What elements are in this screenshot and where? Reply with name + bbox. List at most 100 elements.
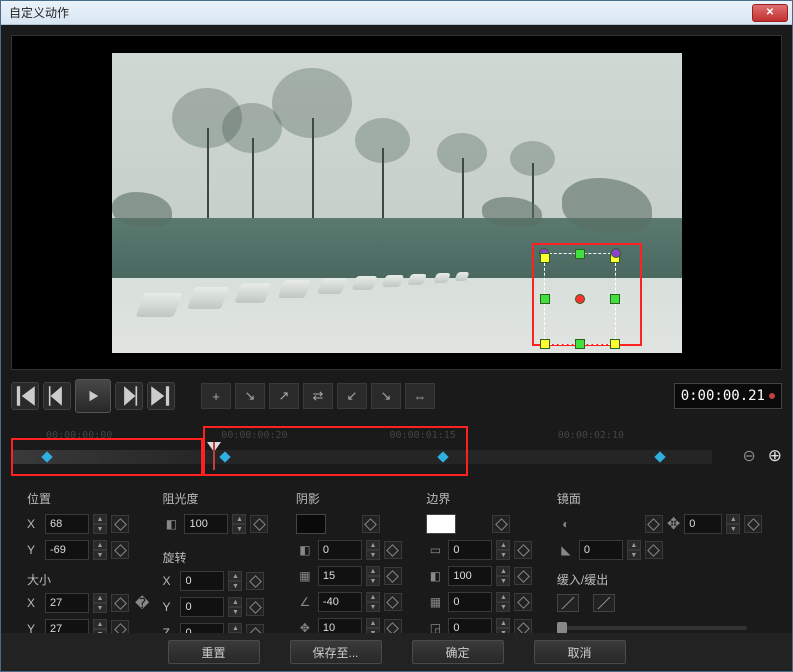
go-end-button[interactable] (147, 382, 175, 410)
keyframe-toggle[interactable] (250, 515, 268, 533)
position-y-spinner[interactable]: ▲▼ (93, 540, 107, 560)
position-y-input[interactable]: -69 (45, 540, 89, 560)
mirror-v1-input[interactable]: 0 (684, 514, 722, 534)
mirror-header: 镜面 (557, 490, 766, 507)
position-x-input[interactable]: 68 (45, 514, 89, 534)
link-icon[interactable]: �︎ (135, 595, 149, 612)
shadow-v2-input[interactable]: 15 (318, 566, 362, 586)
keyframe-marker[interactable] (654, 451, 665, 462)
opacity-spinner[interactable]: ▲▼ (232, 514, 246, 534)
ease-header: 缓入/缓出 (557, 571, 766, 588)
ease-in-button[interactable] (557, 594, 579, 612)
keyframe-marker[interactable] (220, 451, 231, 462)
play-button[interactable] (75, 379, 111, 413)
keyframe-toggle[interactable] (514, 541, 532, 559)
border-v2-input[interactable]: 100 (448, 566, 492, 586)
border-v3-input[interactable]: 0 (448, 592, 492, 612)
cancel-button[interactable]: 取消 (534, 640, 626, 664)
mirror-enable-icon: ◐ (557, 517, 575, 531)
keyframe-toggle[interactable] (111, 594, 129, 612)
timeline-track[interactable] (11, 450, 712, 464)
size-x-spinner[interactable]: ▲▼ (93, 593, 107, 613)
selection-box[interactable] (544, 253, 616, 345)
keyframe-toggle[interactable] (514, 593, 532, 611)
x-label: X (162, 574, 176, 588)
size-header: 大小 (27, 571, 156, 588)
go-start-button[interactable] (11, 382, 39, 410)
add-keyframe-button[interactable]: + (201, 383, 231, 409)
window-title: 自定义动作 (9, 4, 752, 21)
rotation-y-input[interactable]: 0 (180, 597, 224, 617)
keyframe-toggle[interactable] (514, 567, 532, 585)
timeline[interactable]: 00:00:00:00 00:00:00:20 00:00:01:15 00:0… (11, 426, 782, 474)
move-cross-icon[interactable]: ✥ (667, 514, 680, 534)
remove-keyframe-button[interactable]: ↘ (235, 383, 265, 409)
tick-label: 00:00:00:00 (46, 430, 112, 441)
reverse-keyframe-button[interactable]: ↗ (269, 383, 299, 409)
keyframe-toggle[interactable] (362, 515, 380, 533)
x-label: X (27, 517, 41, 531)
distribute-button[interactable]: ⇔ (405, 383, 435, 409)
tick-label: 00:00:02:10 (558, 430, 624, 441)
timecode-display[interactable]: 0:00:00.21 (674, 383, 782, 409)
next-frame-button[interactable] (115, 382, 143, 410)
move-right-button[interactable]: ↘ (371, 383, 401, 409)
timecode-value: 0:00:00.21 (681, 388, 765, 404)
keyframe-toggle[interactable] (384, 541, 402, 559)
swap-keyframe-button[interactable]: ⇄ (303, 383, 333, 409)
rotation-y-spinner[interactable]: ▲▼ (228, 597, 242, 617)
border-header: 边界 (426, 490, 550, 507)
shadow-color-swatch[interactable] (296, 514, 326, 534)
keyframe-toggle[interactable] (111, 515, 129, 533)
mirror-fade-icon: ◣ (557, 543, 575, 557)
close-button[interactable]: ✕ (752, 4, 788, 22)
keyframe-toggle[interactable] (246, 598, 264, 616)
mirror-v2-input[interactable]: 0 (579, 540, 623, 560)
keyframe-toggle[interactable] (246, 572, 264, 590)
opacity-input[interactable]: 100 (184, 514, 228, 534)
ok-button[interactable]: 确定 (412, 640, 504, 664)
keyframe-toggle[interactable] (111, 541, 129, 559)
rotation-x-spinner[interactable]: ▲▼ (228, 571, 242, 591)
shadow-v3-input[interactable]: -40 (318, 592, 362, 612)
shadow-blur-icon: ▦ (296, 569, 314, 583)
content: + ↘ ↗ ⇄ ↙ ↘ ⇔ 0:00:00.21 00:00:00:00 00:… (1, 25, 792, 671)
zoom-out-button[interactable]: ⊖ (742, 446, 755, 466)
move-left-button[interactable]: ↙ (337, 383, 367, 409)
border-v1-input[interactable]: 0 (448, 540, 492, 560)
border-color-swatch[interactable] (426, 514, 456, 534)
ease-slider[interactable] (557, 626, 747, 630)
size-x-input[interactable]: 27 (45, 593, 89, 613)
y-label: Y (162, 600, 176, 614)
shadow-header: 阴影 (296, 490, 420, 507)
prev-frame-button[interactable] (43, 382, 71, 410)
playhead[interactable] (207, 442, 221, 452)
keyframe-marker[interactable] (437, 451, 448, 462)
border-opacity-icon: ◧ (426, 569, 444, 583)
zoom-in-button[interactable]: ⊕ (768, 446, 782, 466)
ease-out-button[interactable] (593, 594, 615, 612)
x-label: X (27, 596, 41, 610)
keyframe-toggle[interactable] (384, 567, 402, 585)
preview-area[interactable] (11, 35, 782, 370)
keyframe-toggle[interactable] (384, 593, 402, 611)
keyframe-toggle[interactable] (744, 515, 762, 533)
rotation-header: 旋转 (162, 549, 289, 566)
rotation-x-input[interactable]: 0 (180, 571, 224, 591)
keyframe-toggle[interactable] (645, 515, 663, 533)
reset-button[interactable]: 重置 (168, 640, 260, 664)
keyframe-toggle[interactable] (492, 515, 510, 533)
save-as-button[interactable]: 保存至... (290, 640, 382, 664)
position-x-spinner[interactable]: ▲▼ (93, 514, 107, 534)
border-blur-icon: ▦ (426, 595, 444, 609)
y-label: Y (27, 543, 41, 557)
tick-label: 00:00:01:15 (390, 430, 456, 441)
playback-controls: + ↘ ↗ ⇄ ↙ ↘ ⇔ 0:00:00.21 (11, 376, 782, 416)
tick-label: 00:00:00:20 (221, 430, 287, 441)
titlebar: 自定义动作 ✕ (1, 1, 792, 25)
opacity-header: 阻光度 (162, 490, 289, 507)
footer: 重置 保存至... 确定 取消 (1, 633, 792, 671)
shadow-v1-input[interactable]: 0 (318, 540, 362, 560)
shadow-angle-icon: ∠ (296, 595, 314, 609)
keyframe-toggle[interactable] (645, 541, 663, 559)
